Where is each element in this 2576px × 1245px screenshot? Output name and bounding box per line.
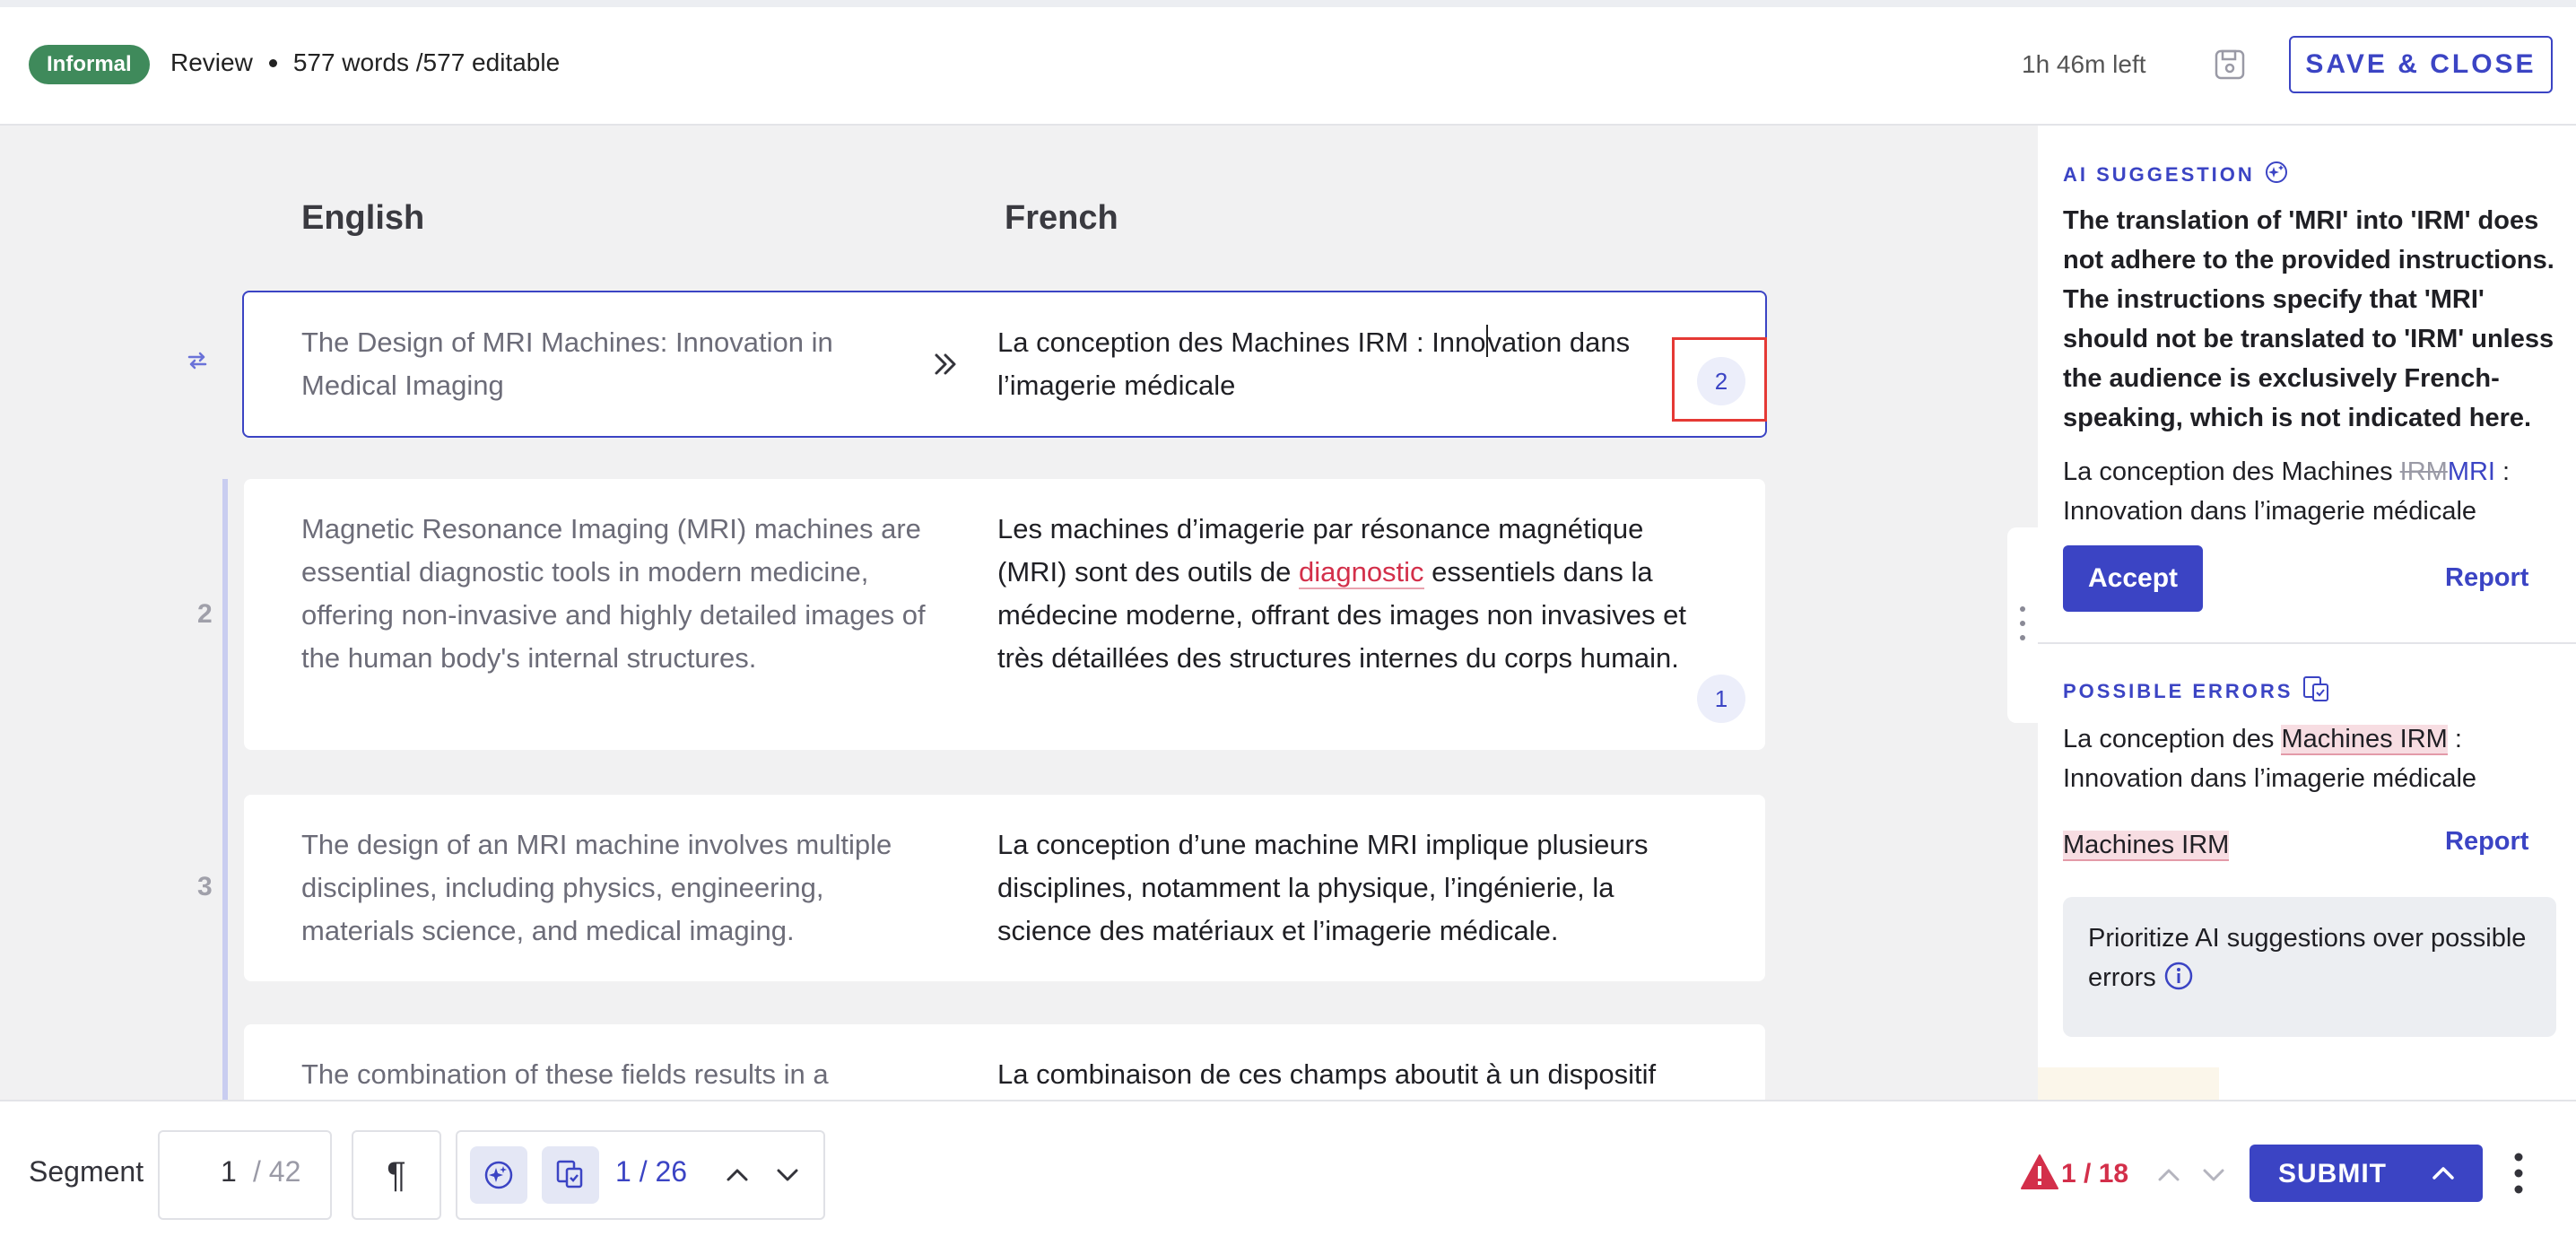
issue-count-badge[interactable]: 1	[1697, 675, 1745, 723]
more-options-icon[interactable]	[2504, 1148, 2533, 1198]
error-count: 1 / 18	[2061, 1159, 2129, 1188]
errors-text: La conception des	[2063, 725, 2282, 753]
segment-source-text: The Design of MRI Machines: Innovation i…	[301, 326, 833, 401]
panel-resize-handle[interactable]	[2007, 527, 2040, 723]
formatting-marks-toggle[interactable]: ¶	[352, 1130, 441, 1220]
segment-label: Segment	[29, 1155, 144, 1188]
prioritize-label: Prioritize AI suggestions over possible …	[2088, 924, 2527, 992]
flagged-error-word[interactable]: diagnostic	[1298, 556, 1424, 589]
submit-button[interactable]: SUBMIT	[2250, 1145, 2483, 1202]
ai-filter-button[interactable]	[470, 1146, 527, 1204]
copy-source-icon[interactable]	[927, 346, 963, 382]
ai-suggestion-header: AI SUGGESTION	[2063, 160, 2289, 189]
error-term: Machines IRM	[2063, 825, 2230, 865]
ai-suggestion-label: AI SUGGESTION	[2063, 162, 2255, 186]
segment-number: 3	[197, 872, 213, 901]
segment-current-input[interactable]: 1	[221, 1155, 237, 1188]
error-highlight[interactable]: Machines IRM	[2281, 725, 2448, 755]
possible-errors-header: POSSIBLE ERRORS	[2063, 675, 2330, 708]
segment-target-editor[interactable]: La conception des Machines IRM : Innovat…	[997, 321, 1679, 407]
prioritize-text: Prioritize AI suggestions over possible …	[2088, 919, 2537, 1003]
tone-badge: Informal	[29, 45, 150, 84]
source-language-header: English	[301, 199, 425, 237]
chevron-up-icon[interactable]	[2425, 1155, 2461, 1198]
segment-target-text[interactable]: La conception d’une machine MRI implique…	[997, 823, 1697, 953]
separator-dot	[268, 58, 277, 67]
save-close-button[interactable]: SAVE & CLOSE	[2289, 36, 2553, 93]
ai-suggestion-explanation: The translation of 'MRI' into 'IRM' does…	[2063, 206, 2554, 432]
mode-label: Review	[170, 48, 253, 76]
issue-count-badge[interactable]: 2	[1697, 357, 1745, 405]
swap-icon[interactable]	[185, 348, 210, 373]
word-count: 577 words /577 editable	[292, 48, 561, 76]
ai-sparkle-icon	[2264, 160, 2289, 189]
report-suggestion-link[interactable]: Report	[2445, 563, 2528, 593]
error-term-highlight: Machines IRM	[2063, 831, 2230, 861]
target-text-before-caret: La conception des Machines IRM : Inno	[997, 326, 1486, 358]
save-icon[interactable]	[2212, 47, 2248, 83]
accept-suggestion-button[interactable]: Accept	[2063, 545, 2203, 612]
suggestion-removed-text: IRM	[2399, 457, 2448, 486]
ai-suggestion-preview: La conception des Machines IRMMRI : Inno…	[2063, 452, 2554, 531]
next-issue-icon[interactable]	[770, 1157, 805, 1193]
segment-target-text[interactable]: Les machines d’imagerie par résonance ma…	[997, 508, 1697, 680]
suggestion-added-text: MRI	[2447, 457, 2495, 486]
panel-divider	[2038, 642, 2576, 644]
possible-errors-label: POSSIBLE ERRORS	[2063, 679, 2293, 702]
errors-filter-button[interactable]	[542, 1146, 599, 1204]
panel-tab-bar	[2038, 1067, 2219, 1100]
segment-source-text: The combination of these fields results …	[301, 1058, 829, 1090]
segment-group-bar	[222, 479, 228, 1100]
document-info: Review 577 words /577 editable	[170, 48, 560, 77]
issue-position: 1 / 26	[615, 1155, 688, 1188]
suggestion-text: La conception des Machines	[2063, 457, 2400, 486]
target-language-header: French	[1005, 199, 1118, 237]
next-error-icon[interactable]	[2196, 1157, 2232, 1193]
segment-number: 2	[197, 599, 213, 629]
document-check-icon	[2302, 675, 2330, 708]
segment-target-text[interactable]: La combinaison de ces champs aboutit à u…	[997, 1053, 1697, 1096]
time-left: 1h 46m left	[2022, 50, 2146, 78]
info-icon[interactable]	[2163, 961, 2194, 1003]
warning-icon	[2020, 1154, 2059, 1191]
report-error-link[interactable]: Report	[2445, 827, 2528, 857]
possible-errors-preview: La conception des Machines IRM : Innovat…	[2063, 719, 2554, 798]
segment-source-text: The design of an MRI machine involves mu…	[301, 829, 892, 946]
segment-source-text: Magnetic Resonance Imaging (MRI) machine…	[301, 513, 926, 674]
previous-issue-icon[interactable]	[719, 1157, 755, 1193]
segment-jump-box[interactable]	[158, 1130, 332, 1220]
segment-total: / 42	[253, 1155, 301, 1188]
submit-label: SUBMIT	[2278, 1159, 2387, 1188]
previous-error-icon[interactable]	[2151, 1157, 2187, 1193]
